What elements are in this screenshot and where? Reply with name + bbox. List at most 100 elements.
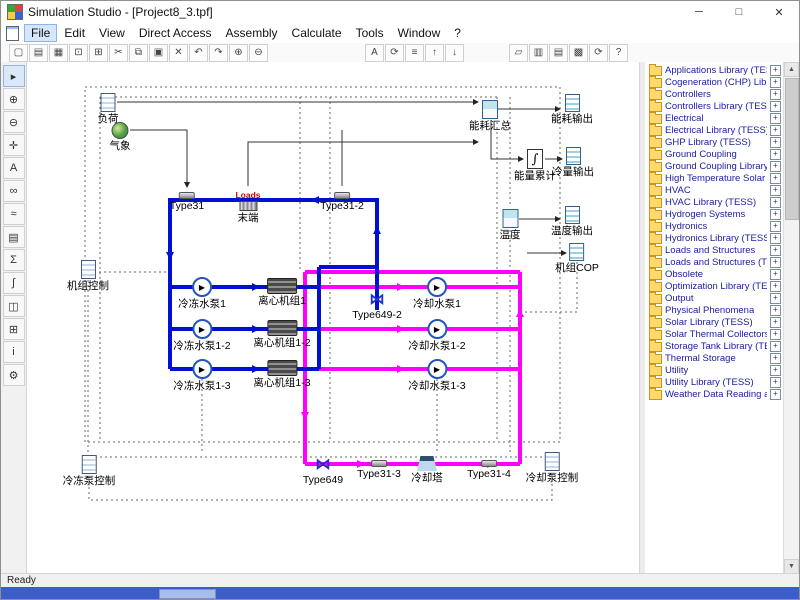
unit-controller[interactable]: 机组控制 [67,260,109,292]
chw-pump-3[interactable]: ▶冷冻水泵1-3 [173,359,230,392]
minimize-button[interactable]: ─ [679,2,719,23]
temperature-output[interactable]: 温度输出 [551,206,593,237]
expand-icon[interactable]: + [770,125,781,136]
menu-view[interactable]: View [92,24,132,42]
pipe-type31-3[interactable]: Type31-3 [357,460,401,480]
chiller-1[interactable]: 离心机组1 [258,278,306,307]
spreadsheet-tool[interactable]: ▤ [3,226,25,248]
expand-icon[interactable]: + [770,113,781,124]
undo-button[interactable]: ↶ [189,44,208,62]
menu-window[interactable]: Window [391,24,448,42]
load-terminal[interactable]: Loads末端 [235,190,260,224]
library-ghp-library-tess[interactable]: GHP Library (TESS)+ [645,136,784,148]
cw-pump-3[interactable]: ▶冷却水泵1-3 [408,359,465,392]
library-physical-phenomena[interactable]: Physical Phenomena+ [645,304,784,316]
diagram-canvas[interactable]: 负荷气象 Type31 Loads末端 Type31-2 能耗汇总 能耗输出 ∫能量累计冷量… [27,62,639,574]
cooling-output[interactable]: 冷量输出 [552,147,594,178]
expand-icon[interactable]: + [770,197,781,208]
text-tool[interactable]: A [3,157,25,179]
expand-icon[interactable]: + [770,281,781,292]
expand-icon[interactable]: + [770,293,781,304]
chw-pump-1[interactable]: ▶冷冻水泵1 [178,277,226,310]
library-solar-thermal-collectors[interactable]: Solar Thermal Collectors+ [645,328,784,340]
zoom-out-button[interactable]: ⊖ [249,44,268,62]
expand-icon[interactable]: + [770,389,781,400]
rotate-button[interactable]: ⟳ [385,44,404,62]
chw-pump-controller[interactable]: 冷冻泵控制 [63,455,116,487]
menu-calculate[interactable]: Calculate [285,24,349,42]
taskbar-button[interactable] [159,589,216,599]
expand-icon[interactable]: + [770,65,781,76]
expand-icon[interactable]: + [770,341,781,352]
integral-tool[interactable]: ∫ [3,272,25,294]
energy-output[interactable]: 能耗输出 [551,94,593,125]
expand-icon[interactable]: + [770,185,781,196]
cw-pump-controller[interactable]: 冷却泵控制 [526,452,579,484]
library-cogeneration-chp-library-tess[interactable]: Cogeneration (CHP) Library (TESS)+ [645,76,784,88]
library-output[interactable]: Output+ [645,292,784,304]
library-ground-coupling-library-tess[interactable]: Ground Coupling Library (TESS)+ [645,160,784,172]
save-button[interactable]: ▦ [49,44,68,62]
menu-assembly[interactable]: Assembly [219,24,285,42]
chiller-3[interactable]: 离心机组1-3 [253,360,310,389]
refresh-button[interactable]: ⟳ [589,44,608,62]
copy-button[interactable]: ⧉ [129,44,148,62]
library-loads-and-structures[interactable]: Loads and Structures+ [645,244,784,256]
load-reader[interactable]: 负荷 [98,93,119,125]
expand-icon[interactable]: + [770,257,781,268]
temperature-plotter[interactable]: 温度 [500,209,521,241]
move-up-button[interactable]: ↑ [425,44,444,62]
zoom-in-button[interactable]: ⊕ [229,44,248,62]
info-tool[interactable]: i [3,341,25,363]
pipe-type31[interactable]: Type31 [170,192,204,212]
print-button[interactable]: ⊡ [69,44,88,62]
expand-icon[interactable]: + [770,269,781,280]
library-hydronics[interactable]: Hydronics+ [645,220,784,232]
pipe-type31-4[interactable]: Type31-4 [467,460,511,480]
library-ground-coupling[interactable]: Ground Coupling+ [645,148,784,160]
library-controllers-library-tess[interactable]: Controllers Library (TESS)+ [645,100,784,112]
expand-icon[interactable]: + [770,173,781,184]
expand-icon[interactable]: + [770,305,781,316]
zoom-tool[interactable]: ⊖ [3,111,25,133]
new-file-button[interactable]: ▢ [9,44,28,62]
expand-icon[interactable]: + [770,233,781,244]
lock-tool[interactable]: ◫ [3,295,25,317]
diverter-type649[interactable]: ⋈Type649 [303,455,343,486]
chw-pump-2[interactable]: ▶冷冻水泵1-2 [173,319,230,352]
library-hvac[interactable]: HVAC+ [645,184,784,196]
scrollbar-thumb[interactable] [785,78,799,220]
library-obsolete[interactable]: Obsolete+ [645,268,784,280]
pan-tool[interactable]: ✛ [3,134,25,156]
energy-integrator[interactable]: ∫能量累计 [514,149,556,182]
weather-data[interactable]: 气象 [110,122,131,152]
library-electrical[interactable]: Electrical+ [645,112,784,124]
expand-icon[interactable]: + [770,377,781,388]
library-controllers[interactable]: Controllers+ [645,88,784,100]
expand-icon[interactable]: + [770,221,781,232]
menu-edit[interactable]: Edit [57,24,92,42]
help-button[interactable]: ? [609,44,628,62]
energy-summary[interactable]: 能耗汇总 [469,100,511,132]
library-loads-and-structures-tess[interactable]: Loads and Structures (TESS)+ [645,256,784,268]
delete-button[interactable]: ✕ [169,44,188,62]
expand-icon[interactable]: + [770,245,781,256]
pipe-type31-2[interactable]: Type31-2 [320,192,364,212]
expand-icon[interactable]: + [770,89,781,100]
menu-direct-access[interactable]: Direct Access [132,24,219,42]
library-thermal-storage[interactable]: Thermal Storage+ [645,352,784,364]
menu-tools[interactable]: Tools [349,24,391,42]
menu-help[interactable]: ? [447,24,468,42]
diverter-type649-2[interactable]: ⋈Type649-2 [352,290,402,321]
expand-icon[interactable]: + [770,329,781,340]
library-optimization-library-tess[interactable]: Optimization Library (TESS)+ [645,280,784,292]
redo-button[interactable]: ↷ [209,44,228,62]
tile-horizontal-button[interactable]: ▥ [529,44,548,62]
library-high-temperature-solar-tess[interactable]: High Temperature Solar (TESS)+ [645,172,784,184]
cut-button[interactable]: ✂ [109,44,128,62]
expand-icon[interactable]: + [770,149,781,160]
plot-tool[interactable]: ≈ [3,203,25,225]
align-button[interactable]: ≡ [405,44,424,62]
open-button[interactable]: ▤ [29,44,48,62]
library-applications-library-tess[interactable]: Applications Library (TESS)+ [645,64,784,76]
